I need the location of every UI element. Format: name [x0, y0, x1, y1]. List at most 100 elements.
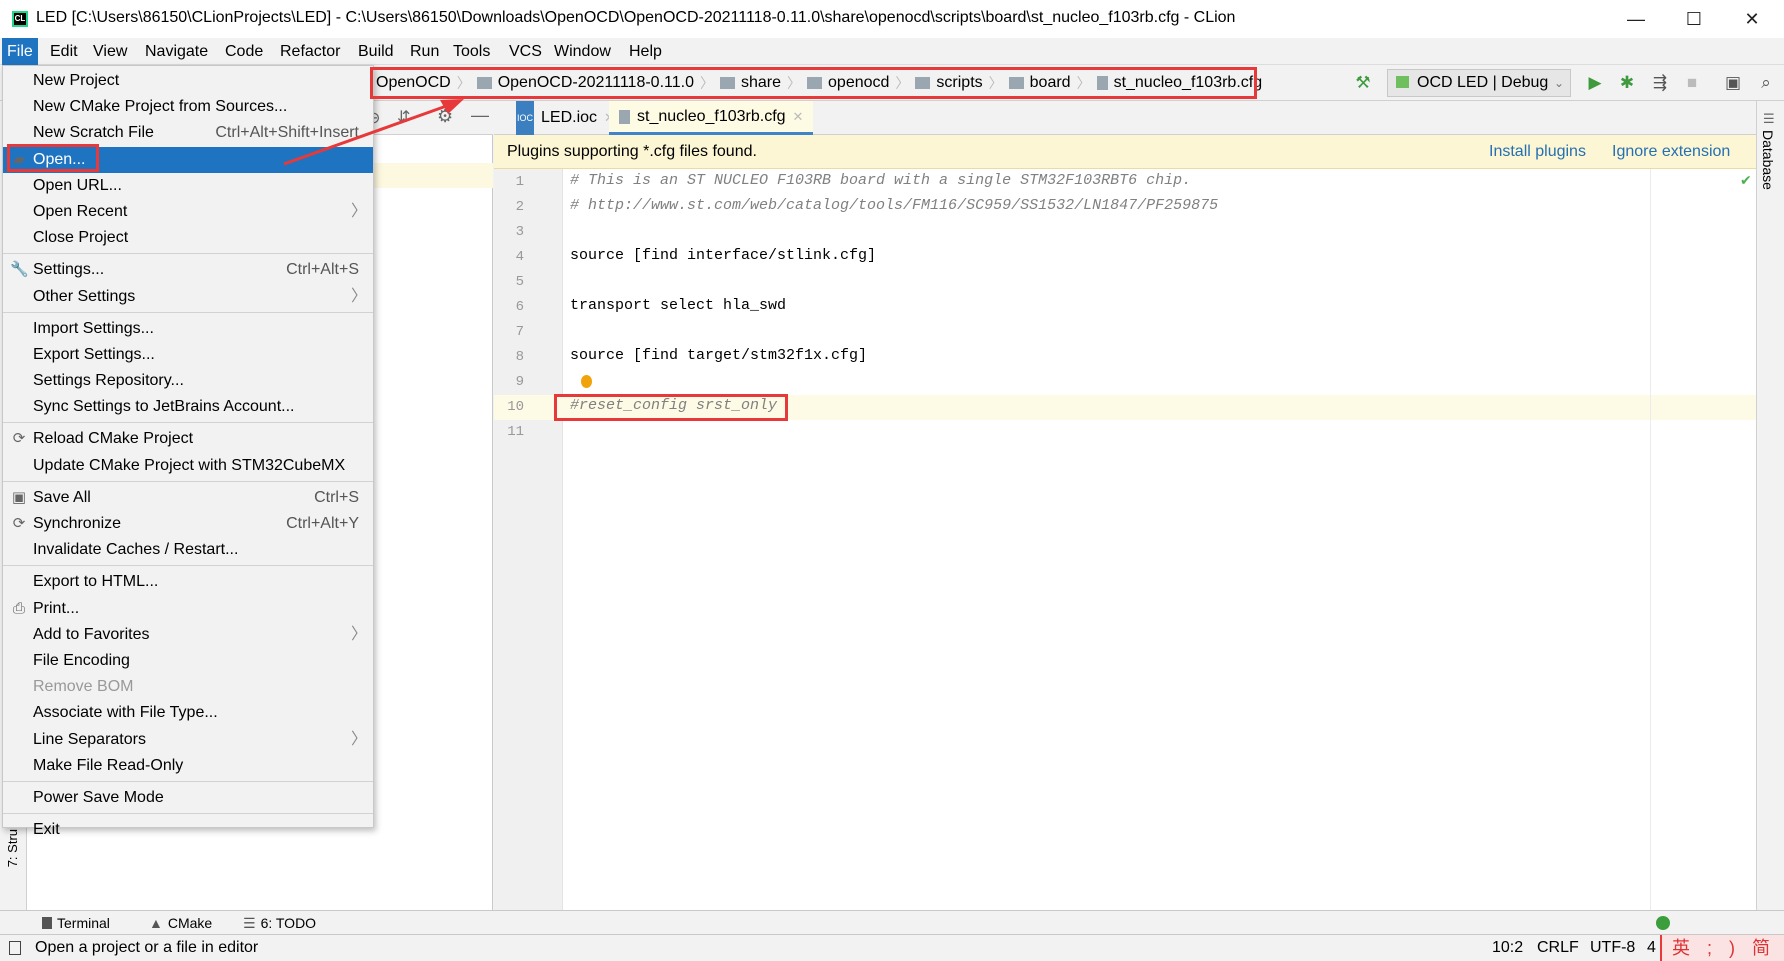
tab-st-nucleo-cfg[interactable]: st_nucleo_f103rb.cfg ✕	[609, 100, 814, 135]
menu-item-new-project[interactable]: New Project	[3, 68, 373, 94]
menu-item-other-settings[interactable]: Other Settings 〉	[3, 284, 373, 310]
event-log-icon[interactable]	[1656, 916, 1670, 930]
breadcrumb-label: OpenOCD	[376, 74, 451, 91]
code-line[interactable]: #reset_config srst_only	[570, 397, 777, 414]
terminal-tool-button[interactable]: Terminal	[42, 911, 110, 935]
breadcrumb-item[interactable]: OpenOCD-20211118-0.11.0	[473, 74, 698, 92]
menu-item-update-cmake-project-with-stm32cubemx[interactable]: Update CMake Project with STM32CubeMX	[3, 453, 373, 479]
breadcrumb-item[interactable]: st_nucleo_f103rb.cfg	[1093, 74, 1267, 92]
close-tab-icon[interactable]: ✕	[793, 100, 804, 134]
menu-item-line-separators[interactable]: Line Separators 〉	[3, 727, 373, 753]
code-editor[interactable]	[563, 169, 1756, 910]
menu-item-shortcut: Ctrl+S	[314, 488, 359, 506]
menu-item-save-all[interactable]: ▣ Save All Ctrl+S	[3, 485, 373, 511]
expand-icon[interactable]: ⇵	[397, 107, 410, 127]
menu-item-open[interactable]: ▰ Open...	[3, 146, 373, 173]
reload-icon: ⟳	[12, 430, 26, 448]
attach-debugger-icon[interactable]: ⇶	[1649, 72, 1671, 94]
project-tree-selected-row[interactable]	[373, 163, 493, 188]
code-line[interactable]: source [find target/stm32f1x.cfg]	[570, 347, 867, 364]
code-line[interactable]: source [find interface/stlink.cfg]	[570, 247, 876, 264]
menu-item-exit[interactable]: Exit	[3, 817, 373, 843]
menu-item-import-settings[interactable]: Import Settings...	[3, 316, 373, 342]
chevron-right-icon: 〉	[1076, 75, 1091, 91]
submenu-chevron-icon: 〉	[350, 625, 367, 643]
file-encoding[interactable]: UTF-8	[1590, 935, 1635, 961]
menu-build[interactable]: Build	[353, 38, 399, 65]
menu-item-sync-settings-to-jetbrains-account[interactable]: Sync Settings to JetBrains Account...	[3, 394, 373, 420]
code-line[interactable]: transport select hla_swd	[570, 297, 786, 314]
chevron-right-icon: 〉	[456, 75, 471, 91]
todo-tool-button[interactable]: ☰ 6: TODO	[243, 911, 316, 935]
menu-item-export-to-html[interactable]: Export to HTML...	[3, 569, 373, 595]
code-line[interactable]: # This is an ST NUCLEO F103RB board with…	[570, 172, 1191, 189]
line-number: 9	[515, 374, 524, 390]
line-number: 2	[515, 199, 524, 215]
menu-item-invalidate-caches-restart[interactable]: Invalidate Caches / Restart...	[3, 537, 373, 563]
terminal-icon	[42, 917, 52, 929]
menu-item-synchronize[interactable]: ⟳ Synchronize Ctrl+Alt+Y	[3, 511, 373, 537]
menu-item-open-recent[interactable]: Open Recent 〉	[3, 199, 373, 225]
gear-icon[interactable]: ⚙	[437, 106, 453, 127]
database-tool-button[interactable]: Database	[1760, 130, 1776, 190]
menu-navigate[interactable]: Navigate	[140, 38, 213, 65]
breadcrumb-item[interactable]: OpenOCD	[372, 74, 455, 92]
folder-icon	[915, 77, 931, 89]
menu-window[interactable]: Window	[549, 38, 616, 65]
chevron-right-icon: 〉	[787, 75, 802, 91]
hide-panel-icon[interactable]: —	[471, 105, 489, 126]
menu-item-new-scratch-file[interactable]: New Scratch File Ctrl+Alt+Shift+Insert	[3, 120, 373, 146]
run-configuration-select[interactable]: OCD LED | Debug ⌄	[1387, 69, 1571, 97]
menu-vcs[interactable]: VCS	[504, 38, 547, 65]
search-icon[interactable]: ⌕	[1755, 72, 1777, 94]
menu-item-power-save-mode[interactable]: Power Save Mode	[3, 785, 373, 811]
breadcrumb-item[interactable]: scripts	[911, 74, 986, 92]
chevron-down-icon: ⌄	[1553, 76, 1564, 90]
menu-item-print[interactable]: ⎙ Print...	[3, 596, 373, 622]
menu-item-make-file-read-only[interactable]: Make File Read-Only	[3, 753, 373, 779]
inspection-ok-check-icon[interactable]: ✔	[1740, 172, 1752, 189]
menu-item-close-project[interactable]: Close Project	[3, 225, 373, 251]
menu-item-label: Power Save Mode	[33, 788, 164, 806]
breadcrumb-item[interactable]: board	[1005, 74, 1075, 92]
menu-item-shortcut: Ctrl+Alt+Shift+Insert	[215, 124, 359, 142]
menu-run[interactable]: Run	[405, 38, 444, 65]
tab-led-ioc[interactable]: IOCLED.ioc✕	[506, 101, 625, 135]
menu-view[interactable]: View	[88, 38, 132, 65]
line-separator[interactable]: CRLF	[1537, 935, 1579, 961]
menu-item-reload-cmake-project[interactable]: ⟳ Reload CMake Project	[3, 426, 373, 452]
indent-setting[interactable]: 4	[1647, 935, 1656, 961]
stop-icon[interactable]: ■	[1681, 72, 1703, 94]
terminal-window-icon[interactable]: ▣	[1722, 72, 1744, 94]
run-icon[interactable]: ▶	[1584, 72, 1606, 94]
breadcrumb-item[interactable]: openocd	[803, 74, 893, 92]
menu-code[interactable]: Code	[220, 38, 268, 65]
menu-item-settings[interactable]: 🔧 Settings... Ctrl+Alt+S	[3, 257, 373, 283]
build-hammer-icon[interactable]: ⚒	[1352, 72, 1374, 94]
close-button[interactable]: ✕	[1732, 4, 1772, 34]
menu-item-file-encoding[interactable]: File Encoding	[3, 648, 373, 674]
menu-item-export-settings[interactable]: Export Settings...	[3, 342, 373, 368]
toggle-tool-windows-icon[interactable]	[9, 941, 21, 955]
debug-bug-icon[interactable]: ✱	[1616, 72, 1638, 94]
menu-item-settings-repository[interactable]: Settings Repository...	[3, 368, 373, 394]
menu-help[interactable]: Help	[624, 38, 667, 65]
install-plugins-link[interactable]: Install plugins	[1489, 135, 1586, 169]
caret-position[interactable]: 10:2	[1492, 935, 1523, 961]
menu-file[interactable]: File	[2, 38, 38, 65]
breadcrumb-item[interactable]: share	[716, 74, 785, 92]
maximize-button[interactable]: ☐	[1674, 4, 1714, 34]
menu-tools[interactable]: Tools	[448, 38, 495, 65]
menu-refactor[interactable]: Refactor	[275, 38, 345, 65]
menu-edit[interactable]: Edit	[45, 38, 83, 65]
menu-item-new-cmake-project-from-sources[interactable]: New CMake Project from Sources...	[3, 94, 373, 120]
list-icon: ☰	[243, 915, 256, 931]
cmake-tool-button[interactable]: ▲ CMake	[149, 911, 212, 935]
ignore-extension-link[interactable]: Ignore extension	[1612, 135, 1730, 169]
menu-item-open-url[interactable]: Open URL...	[3, 173, 373, 199]
menu-item-add-to-favorites[interactable]: Add to Favorites 〉	[3, 622, 373, 648]
minimize-button[interactable]: —	[1616, 4, 1656, 34]
code-line[interactable]: # http://www.st.com/web/catalog/tools/FM…	[570, 197, 1218, 214]
menu-item-associate-with-file-type[interactable]: Associate with File Type...	[3, 700, 373, 726]
lightbulb-intention-icon[interactable]	[581, 375, 592, 388]
